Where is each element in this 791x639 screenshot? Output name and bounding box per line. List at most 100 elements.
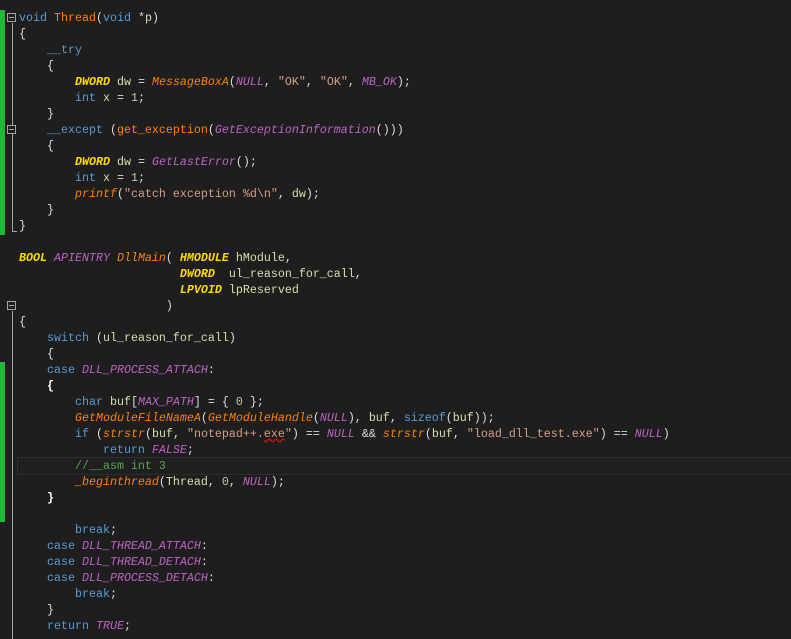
collapse-icon[interactable]	[7, 301, 16, 310]
code-line[interactable]: {	[19, 346, 791, 362]
code-token: "OK"	[277, 75, 306, 89]
code-line[interactable]: }	[19, 490, 791, 506]
code-line[interactable]: return FALSE;	[19, 442, 791, 458]
code-line[interactable]: {	[19, 26, 791, 42]
code-line[interactable]: LPVOID lpReserved	[19, 282, 791, 298]
code-token: switch	[46, 331, 89, 345]
code-token: return	[102, 443, 145, 457]
code-token: Thread	[53, 11, 96, 25]
code-line[interactable]: BOOL APIENTRY DllMain( HMODULE hModule,	[19, 250, 791, 266]
code-token: );	[396, 75, 411, 89]
code-token: __try	[46, 43, 82, 57]
code-token: (	[200, 411, 208, 425]
code-token: dw	[116, 75, 131, 89]
code-line[interactable]: char buf[MAX_PATH] = { 0 };	[19, 394, 791, 410]
code-token: char	[74, 395, 103, 409]
code-line[interactable]: {	[19, 314, 791, 330]
current-code-line[interactable]: //__asm int 3	[17, 457, 791, 475]
collapse-icon[interactable]	[7, 125, 16, 134]
code-token: =	[130, 75, 152, 89]
code-token: 0	[221, 475, 229, 489]
code-line[interactable]: printf("catch exception %d\n", dw);	[19, 186, 791, 202]
code-token: void	[19, 11, 47, 25]
code-line[interactable]: case DLL_PROCESS_DETACH:	[19, 570, 791, 586]
code-token: DLL_PROCESS_ATTACH	[81, 363, 208, 377]
code-line[interactable]: {	[19, 138, 791, 154]
code-token: MB_OK	[361, 75, 397, 89]
code-token: *	[130, 11, 145, 25]
code-line[interactable]: {	[19, 378, 791, 394]
code-line[interactable]: }	[19, 602, 791, 618]
code-line[interactable]: void Thread(void *p)	[19, 10, 791, 26]
code-token: buf	[151, 427, 173, 441]
code-token: (	[165, 251, 180, 265]
code-token: x	[102, 91, 110, 105]
code-token: if	[74, 427, 89, 441]
code-token: NULL	[235, 75, 264, 89]
code-token: "load_dll_test.exe"	[466, 427, 600, 441]
code-line[interactable]: return TRUE;	[19, 618, 791, 634]
code-line[interactable]: if (strstr(buf, "notepad++.exe") == NULL…	[19, 426, 791, 442]
code-line[interactable]: int x = 1;	[19, 170, 791, 186]
code-line[interactable]: _beginthread(Thread, 0, NULL);	[19, 474, 791, 490]
code-token: DWORD	[74, 75, 110, 89]
code-line[interactable]: case DLL_THREAD_ATTACH:	[19, 538, 791, 554]
code-token: exe	[263, 427, 285, 441]
code-line[interactable]: )	[19, 298, 791, 314]
code-editor[interactable]: void Thread(void *p){ __try { DWORD dw =…	[0, 0, 791, 639]
code-line[interactable]: switch (ul_reason_for_call)	[19, 330, 791, 346]
code-line[interactable]: DWORD dw = GetLastError();	[19, 154, 791, 170]
code-line[interactable]	[19, 506, 791, 522]
code-line[interactable]: }	[19, 106, 791, 122]
code-token: "	[284, 427, 292, 441]
code-line[interactable]: __except (get_exception(GetExceptionInfo…	[19, 122, 791, 138]
code-line[interactable]: __try	[19, 42, 791, 58]
code-line[interactable]: {	[19, 58, 791, 74]
code-token: p	[144, 11, 152, 25]
outline-guide	[12, 311, 13, 639]
code-token: ,	[172, 427, 187, 441]
code-line[interactable]: }	[19, 218, 791, 234]
code-token: ();	[235, 155, 257, 169]
code-line[interactable]: }	[19, 202, 791, 218]
code-token: 0	[235, 395, 243, 409]
code-line[interactable]: GetModuleFileNameA(GetModuleHandle(NULL)…	[19, 410, 791, 426]
code-line[interactable]: break;	[19, 522, 791, 538]
code-line[interactable]: case DLL_PROCESS_ATTACH:	[19, 362, 791, 378]
code-line[interactable]	[19, 234, 791, 250]
code-area[interactable]: void Thread(void *p){ __try { DWORD dw =…	[17, 10, 791, 634]
code-line[interactable]: DWORD ul_reason_for_call,	[19, 266, 791, 282]
code-token: :	[207, 363, 215, 377]
code-token: (	[88, 427, 103, 441]
code-token: break	[74, 587, 110, 601]
code-token: }	[19, 203, 54, 217]
code-line[interactable]: int x = 1;	[19, 90, 791, 106]
code-token: ),	[347, 411, 369, 425]
code-token: (	[312, 411, 320, 425]
code-token: =	[130, 155, 152, 169]
code-token: :	[207, 571, 215, 585]
code-token: ,	[207, 475, 222, 489]
code-token: ;	[137, 171, 145, 185]
code-line[interactable]: break;	[19, 586, 791, 602]
code-token: _beginthread	[74, 475, 159, 489]
code-line[interactable]: case DLL_THREAD_DETACH:	[19, 554, 791, 570]
code-line[interactable]: DWORD dw = MessageBoxA(NULL, "OK", "OK",…	[19, 74, 791, 90]
code-token: int	[74, 91, 96, 105]
collapse-icon[interactable]	[7, 13, 16, 22]
code-token: ;	[109, 587, 117, 601]
code-token: {	[19, 27, 26, 41]
code-token: case	[46, 539, 75, 553]
code-token: {	[46, 379, 54, 393]
code-token: Thread	[165, 475, 208, 489]
